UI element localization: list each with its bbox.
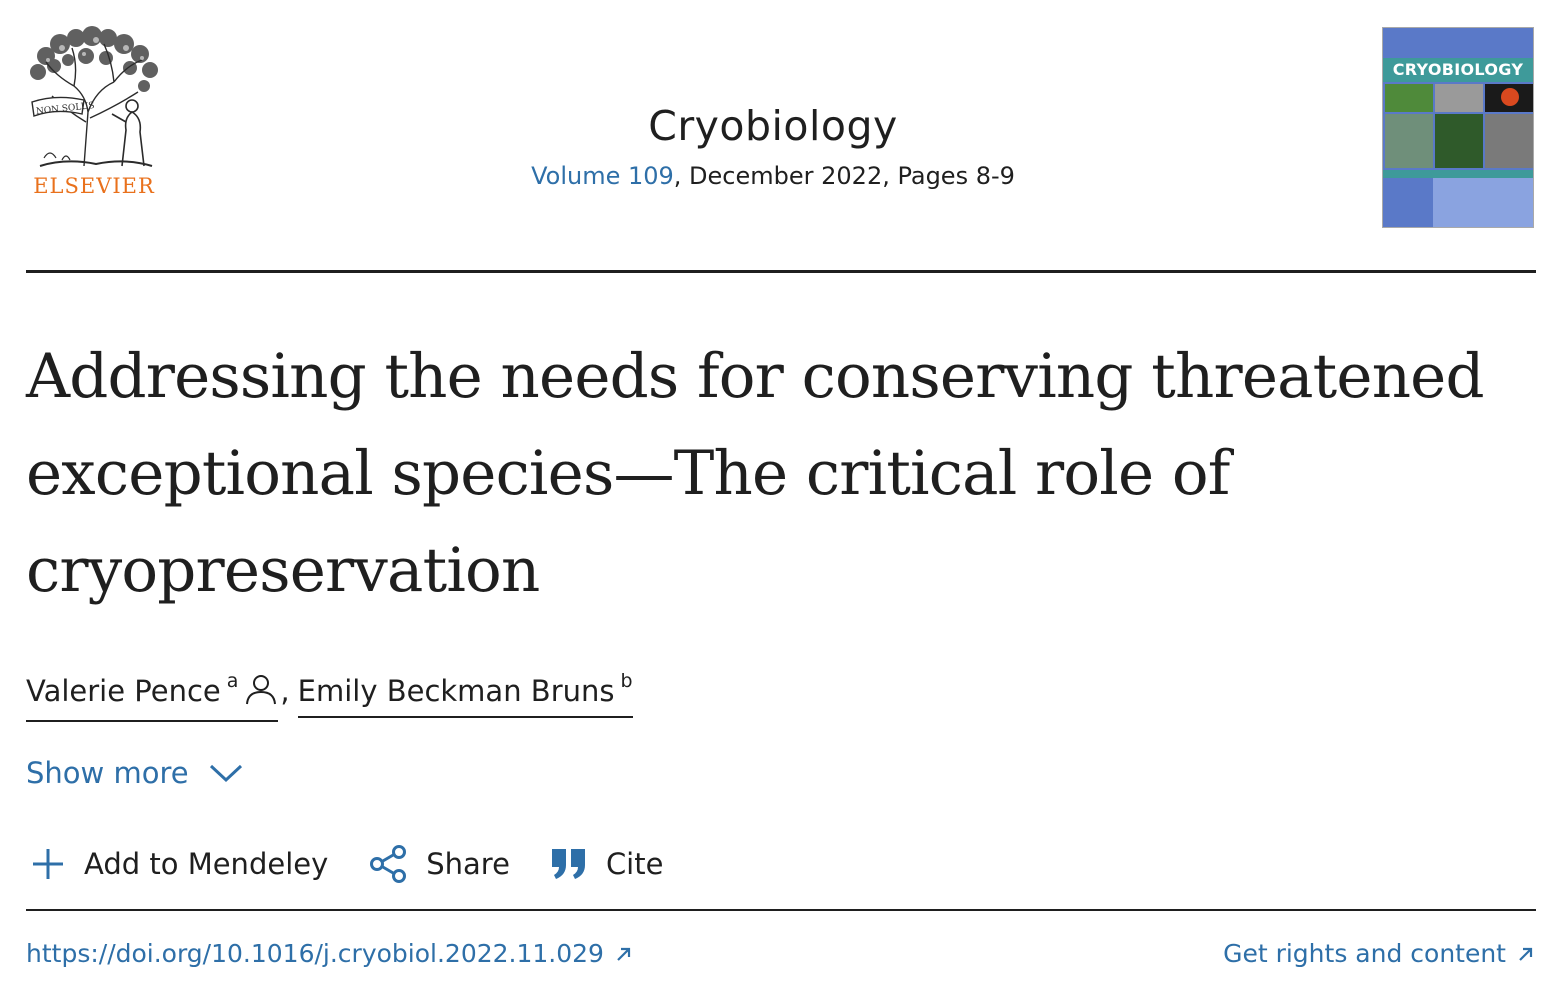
author-name: Emily Beckman Bruns — [297, 674, 615, 708]
doi-text: https://doi.org/10.1016/j.cryobiol.2022.… — [26, 939, 604, 968]
elsevier-wordmark: ELSEVIER — [33, 174, 155, 198]
volume-link[interactable]: Volume 109 — [531, 162, 674, 190]
issue-date-pages: , December 2022, Pages 8-9 — [673, 162, 1015, 190]
journal-cover-thumbnail[interactable]: CRYOBIOLOGY — [1382, 27, 1534, 228]
header-divider — [26, 270, 1536, 273]
person-icon — [244, 670, 278, 720]
journal-header: Cryobiology Volume 109, December 2022, P… — [300, 96, 1246, 196]
article-actions: Add to Mendeley Share Cite — [30, 840, 703, 888]
doi-link[interactable]: https://doi.org/10.1016/j.cryobiol.2022.… — [26, 934, 634, 974]
affiliation-marker: b — [620, 670, 633, 692]
cover-footer-panel — [1433, 178, 1533, 227]
cite-label: Cite — [605, 847, 664, 881]
chevron-down-icon — [209, 764, 242, 783]
journal-title[interactable]: Cryobiology — [300, 96, 1246, 156]
cover-image-tile — [1435, 114, 1483, 168]
cover-image-tile — [1385, 84, 1433, 112]
author-separator: , — [280, 674, 290, 708]
author-list: Valerie Pence a, Emily Beckman Bruns b — [26, 656, 633, 722]
cover-image-tile — [1501, 88, 1519, 106]
add-to-mendeley-button[interactable]: Add to Mendeley — [30, 846, 328, 882]
quote-icon — [551, 849, 585, 879]
elsevier-logo[interactable]: NON SOLUS ELSEVIER — [26, 26, 162, 198]
cover-title: CRYOBIOLOGY — [1392, 60, 1524, 79]
plus-icon — [33, 849, 63, 879]
cover-image-tile — [1485, 114, 1533, 168]
rights-text: Get rights and content — [1223, 939, 1506, 968]
cover-image-tile — [1435, 84, 1483, 112]
affiliation-marker: a — [226, 670, 239, 692]
mendeley-label: Add to Mendeley — [84, 847, 329, 881]
external-link-icon — [617, 947, 631, 961]
share-label: Share — [426, 847, 510, 881]
tree-emblem-icon: NON SOLUS — [30, 26, 158, 167]
journal-meta: Volume 109, December 2022, Pages 8-9 — [300, 156, 1246, 196]
share-button[interactable]: Share — [368, 844, 510, 884]
cover-image-tile — [1385, 114, 1433, 168]
author-link[interactable]: Valerie Pence a — [26, 656, 279, 722]
author-name: Valerie Pence — [26, 674, 221, 708]
article-title: Addressing the needs for conserving thre… — [26, 341, 1485, 606]
cover-strip — [1383, 170, 1533, 178]
actions-divider — [26, 909, 1536, 911]
cite-button[interactable]: Cite — [550, 847, 664, 881]
share-icon — [370, 845, 407, 883]
get-rights-link[interactable]: Get rights and content — [1223, 934, 1536, 974]
external-link-icon — [1519, 947, 1533, 961]
show-more-button[interactable]: Show more — [26, 750, 243, 796]
show-more-label: Show more — [26, 756, 189, 790]
author-link[interactable]: Emily Beckman Bruns b — [297, 656, 633, 718]
